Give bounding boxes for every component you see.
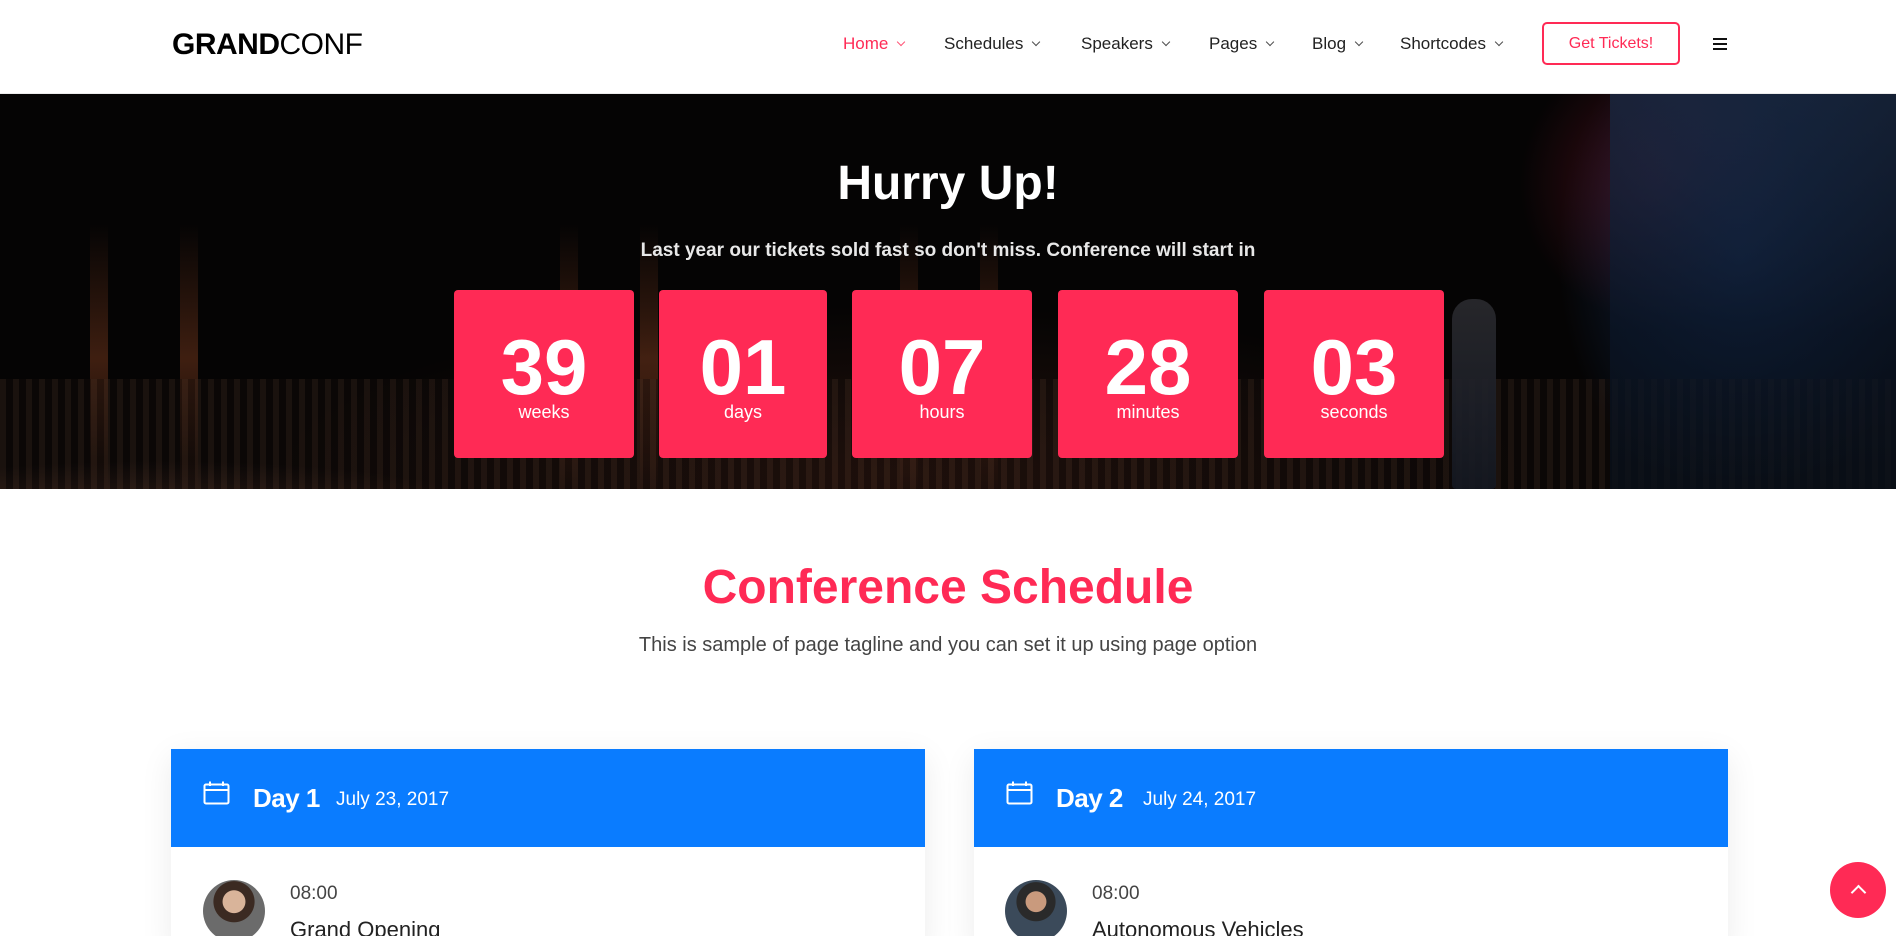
nav-label: Speakers (1081, 34, 1153, 53)
countdown-seconds: 03 seconds (1264, 290, 1444, 458)
logo-bold-text: GRAND (172, 28, 280, 61)
countdown-minutes: 28 minutes (1058, 290, 1238, 458)
calendar-icon (1006, 781, 1033, 805)
nav-label: Schedules (944, 34, 1024, 53)
day-name: Day 2 (1056, 783, 1123, 813)
avatar (1005, 880, 1067, 936)
nav-item-shortcodes[interactable]: Shortcodes (1400, 34, 1504, 54)
nav-label: Pages (1209, 34, 1258, 53)
nav-label: Blog (1312, 34, 1347, 53)
countdown-unit: days (723, 402, 763, 422)
chevron-down-icon (897, 37, 906, 47)
nav-label: Shortcodes (1400, 34, 1486, 53)
session-time: 08:00 (1092, 883, 1140, 904)
nav-label: Home (843, 34, 889, 53)
countdown-timer: 39 weeks 01 days 07 hours 28 minutes 03 … (0, 290, 1896, 458)
nav-item-home[interactable]: Home (843, 34, 906, 54)
countdown-unit: hours (919, 402, 965, 422)
schedule-title: Conference Schedule (702, 561, 1194, 614)
countdown-weeks: 39 weeks (454, 290, 634, 458)
site-logo[interactable]: GRANDCONF (172, 28, 363, 62)
countdown-unit: minutes (1116, 402, 1180, 422)
day-date: July 23, 2017 (336, 789, 450, 810)
countdown-value: 03 (1310, 323, 1398, 411)
day-header[interactable]: Day 2 July 24, 2017 (974, 749, 1728, 847)
scroll-to-top-button[interactable] (1830, 862, 1886, 918)
day-card: Day 2 July 24, 2017 (974, 749, 1728, 936)
avatar (203, 880, 265, 936)
countdown-unit: weeks (518, 402, 570, 422)
countdown-days: 01 days (659, 290, 827, 458)
nav-item-speakers[interactable]: Speakers (1081, 34, 1171, 54)
chevron-down-icon (1032, 37, 1041, 47)
countdown-value: 39 (500, 323, 588, 411)
site-header: GRANDCONF Home Schedules Speakers Pages … (0, 0, 1896, 94)
session-title[interactable]: Autonomous Vehicles (1092, 917, 1304, 936)
schedule-tagline: This is sample of page tagline and you c… (638, 634, 1258, 656)
get-tickets-button[interactable]: Get Tickets! (1542, 22, 1680, 65)
day-name: Day 1 (253, 783, 320, 813)
chevron-down-icon (1354, 37, 1364, 47)
hero-banner: Hurry Up! Last year our tickets sold fas… (0, 94, 1896, 489)
nav-item-pages[interactable]: Pages (1209, 34, 1275, 54)
chevron-down-icon (1161, 37, 1171, 47)
hero-subtitle: Last year our tickets sold fast so don't… (640, 240, 1256, 261)
chevron-down-icon (1494, 37, 1504, 47)
calendar-icon (203, 781, 230, 805)
session-title[interactable]: Grand Opening (290, 917, 440, 936)
chevron-up-icon (1850, 884, 1866, 901)
session-time: 08:00 (290, 883, 338, 904)
day-date: July 24, 2017 (1143, 789, 1257, 810)
day-header[interactable]: Day 1 July 23, 2017 (171, 749, 925, 847)
countdown-unit: seconds (1320, 402, 1388, 422)
countdown-hours: 07 hours (852, 290, 1032, 458)
nav-item-schedules[interactable]: Schedules (944, 34, 1041, 54)
logo-thin-text: CONF (279, 28, 364, 61)
countdown-value: 01 (699, 323, 787, 411)
nav-item-blog[interactable]: Blog (1312, 34, 1364, 54)
day-card: Day 1 July 23, 2017 (171, 749, 925, 936)
countdown-value: 07 (898, 323, 986, 411)
countdown-value: 28 (1104, 323, 1192, 411)
chevron-down-icon (1265, 37, 1275, 47)
hero-title: Hurry Up! (837, 157, 1059, 210)
hamburger-icon[interactable] (1713, 38, 1727, 50)
